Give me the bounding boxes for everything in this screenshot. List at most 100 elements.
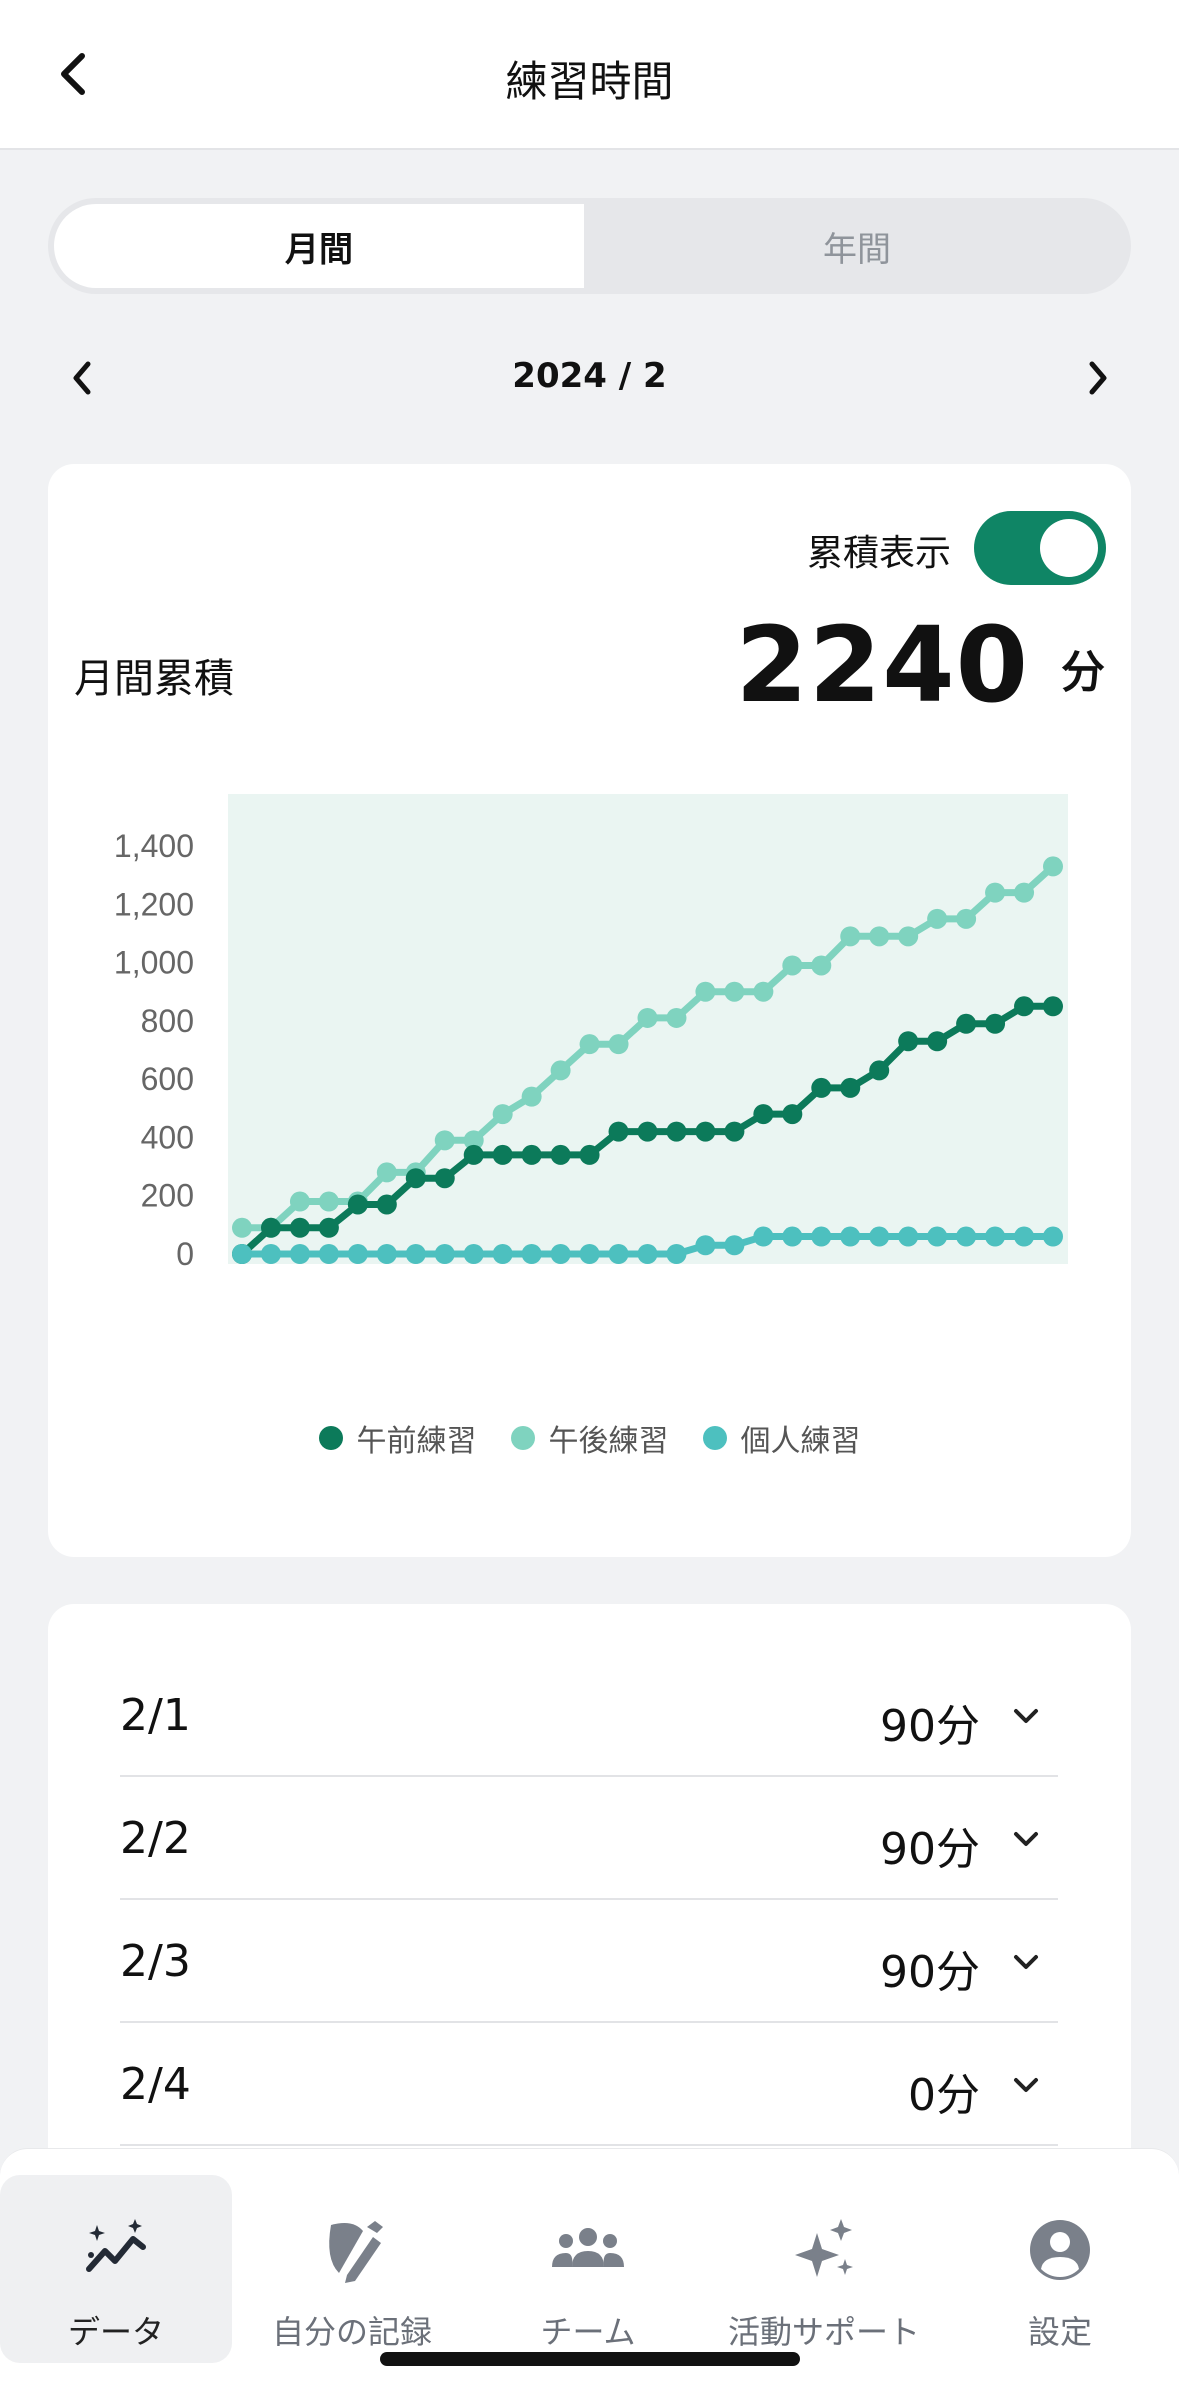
data-point bbox=[840, 1077, 861, 1098]
toggle-knob bbox=[1040, 519, 1098, 577]
legend-label-morning: 午前練習 bbox=[356, 1424, 477, 1459]
data-point bbox=[289, 1217, 310, 1238]
y-tick-label: 200 bbox=[141, 1178, 194, 1214]
data-point bbox=[463, 1144, 484, 1165]
data-point bbox=[1043, 996, 1063, 1017]
data-point bbox=[695, 1121, 716, 1142]
data-point bbox=[898, 926, 919, 947]
nav-item-activity-support[interactable]: 活動サポート bbox=[708, 2175, 940, 2363]
data-point bbox=[840, 926, 861, 947]
nav-label-activity-support: 活動サポート bbox=[727, 2313, 920, 2351]
list-item[interactable]: 2/4 0分 bbox=[120, 2023, 1058, 2146]
y-tick-label: 800 bbox=[141, 1003, 194, 1039]
data-point bbox=[376, 1194, 397, 1215]
cumulative-toggle-label: 累積表示 bbox=[806, 533, 951, 574]
account-circle-icon bbox=[1030, 2220, 1090, 2280]
monthly-total-label: 月間累積 bbox=[74, 656, 234, 702]
data-point bbox=[637, 1121, 658, 1142]
data-point bbox=[695, 981, 716, 1002]
data-point bbox=[927, 908, 948, 929]
chevron-down-icon bbox=[1014, 1709, 1038, 1723]
chevron-down-icon bbox=[1014, 1955, 1038, 1969]
data-point bbox=[985, 882, 1006, 903]
data-point bbox=[550, 1244, 571, 1264]
row-date: 2/2 bbox=[120, 1813, 191, 1864]
expand-chevron-button[interactable] bbox=[1006, 2067, 1046, 2103]
expand-chevron-button[interactable] bbox=[1006, 1698, 1046, 1734]
data-point bbox=[753, 1226, 774, 1247]
data-point bbox=[318, 1217, 339, 1238]
data-point bbox=[232, 1244, 252, 1264]
list-item[interactable]: 2/3 90分 bbox=[120, 1900, 1058, 2023]
data-point bbox=[927, 1031, 948, 1052]
list-item[interactable]: 2/1 90分 bbox=[120, 1654, 1058, 1777]
data-point bbox=[1043, 1226, 1063, 1247]
data-point bbox=[405, 1244, 426, 1264]
data-point bbox=[376, 1244, 397, 1264]
tab-monthly[interactable]: 月間 bbox=[54, 204, 584, 288]
legend-item-morning: 午前練習 bbox=[318, 1416, 477, 1460]
row-date: 2/3 bbox=[120, 1936, 191, 1987]
data-point bbox=[811, 1226, 832, 1247]
tab-yearly[interactable]: 年間 bbox=[589, 204, 1125, 288]
data-point bbox=[492, 1144, 513, 1165]
data-point bbox=[289, 1191, 310, 1212]
data-point bbox=[811, 1077, 832, 1098]
monthly-total-value: 2240 bbox=[735, 604, 1029, 726]
data-point bbox=[927, 1226, 948, 1247]
row-minutes: 90分 bbox=[880, 1701, 980, 1752]
legend-dot-morning bbox=[318, 1426, 343, 1450]
nav-label-my-records: 自分の記録 bbox=[271, 2313, 432, 2351]
cumulative-toggle[interactable] bbox=[974, 511, 1106, 585]
data-point bbox=[463, 1244, 484, 1264]
data-point bbox=[956, 908, 977, 929]
nav-item-data[interactable]: データ bbox=[0, 2175, 232, 2363]
nav-label-settings: 設定 bbox=[1027, 2313, 1092, 2351]
legend-item-afternoon: 午後練習 bbox=[510, 1416, 669, 1460]
data-point bbox=[492, 1104, 513, 1125]
data-point bbox=[956, 1226, 977, 1247]
data-point bbox=[608, 1034, 629, 1055]
cumulative-line-chart: 1,4001,2001,00080060040020002/12/42/72/1… bbox=[114, 794, 1068, 1272]
data-point bbox=[347, 1194, 368, 1215]
data-point bbox=[579, 1034, 600, 1055]
data-point bbox=[434, 1244, 455, 1264]
data-point bbox=[956, 1013, 977, 1034]
data-point bbox=[753, 1104, 774, 1125]
data-point bbox=[869, 926, 890, 947]
data-point bbox=[608, 1244, 629, 1264]
data-point bbox=[782, 955, 803, 976]
row-date: 2/4 bbox=[120, 2059, 191, 2110]
data-point bbox=[985, 1226, 1006, 1247]
expand-chevron-button[interactable] bbox=[1006, 1821, 1046, 1857]
data-point bbox=[318, 1244, 339, 1264]
chart-sparkle-icon bbox=[86, 2219, 146, 2272]
data-point bbox=[434, 1130, 455, 1151]
data-point bbox=[898, 1031, 919, 1052]
sparkles-icon bbox=[795, 2219, 853, 2277]
nav-item-my-records[interactable]: 自分の記録 bbox=[236, 2175, 468, 2363]
chevron-down-icon bbox=[1014, 1832, 1038, 1846]
data-point bbox=[521, 1144, 542, 1165]
data-point bbox=[985, 1013, 1006, 1034]
next-month-button[interactable] bbox=[1076, 350, 1120, 406]
row-minutes: 90分 bbox=[880, 1824, 980, 1875]
data-point bbox=[695, 1235, 716, 1256]
nav-item-team[interactable]: チーム bbox=[472, 2175, 704, 2363]
y-tick-label: 600 bbox=[141, 1061, 194, 1097]
list-item[interactable]: 2/2 90分 bbox=[120, 1777, 1058, 1900]
data-point bbox=[869, 1226, 890, 1247]
legend-item-personal: 個人練習 bbox=[702, 1416, 861, 1460]
y-tick-label: 1,000 bbox=[114, 945, 194, 981]
data-point bbox=[1014, 882, 1035, 903]
data-point bbox=[318, 1191, 339, 1212]
data-point bbox=[521, 1086, 542, 1107]
nav-item-settings[interactable]: 設定 bbox=[944, 2175, 1176, 2363]
data-point bbox=[782, 1226, 803, 1247]
y-tick-label: 400 bbox=[141, 1119, 194, 1155]
data-point bbox=[869, 1060, 890, 1081]
nav-label-team: チーム bbox=[540, 2313, 636, 2351]
expand-chevron-button[interactable] bbox=[1006, 1944, 1046, 1980]
data-point bbox=[579, 1144, 600, 1165]
people-group-icon bbox=[552, 2228, 624, 2267]
